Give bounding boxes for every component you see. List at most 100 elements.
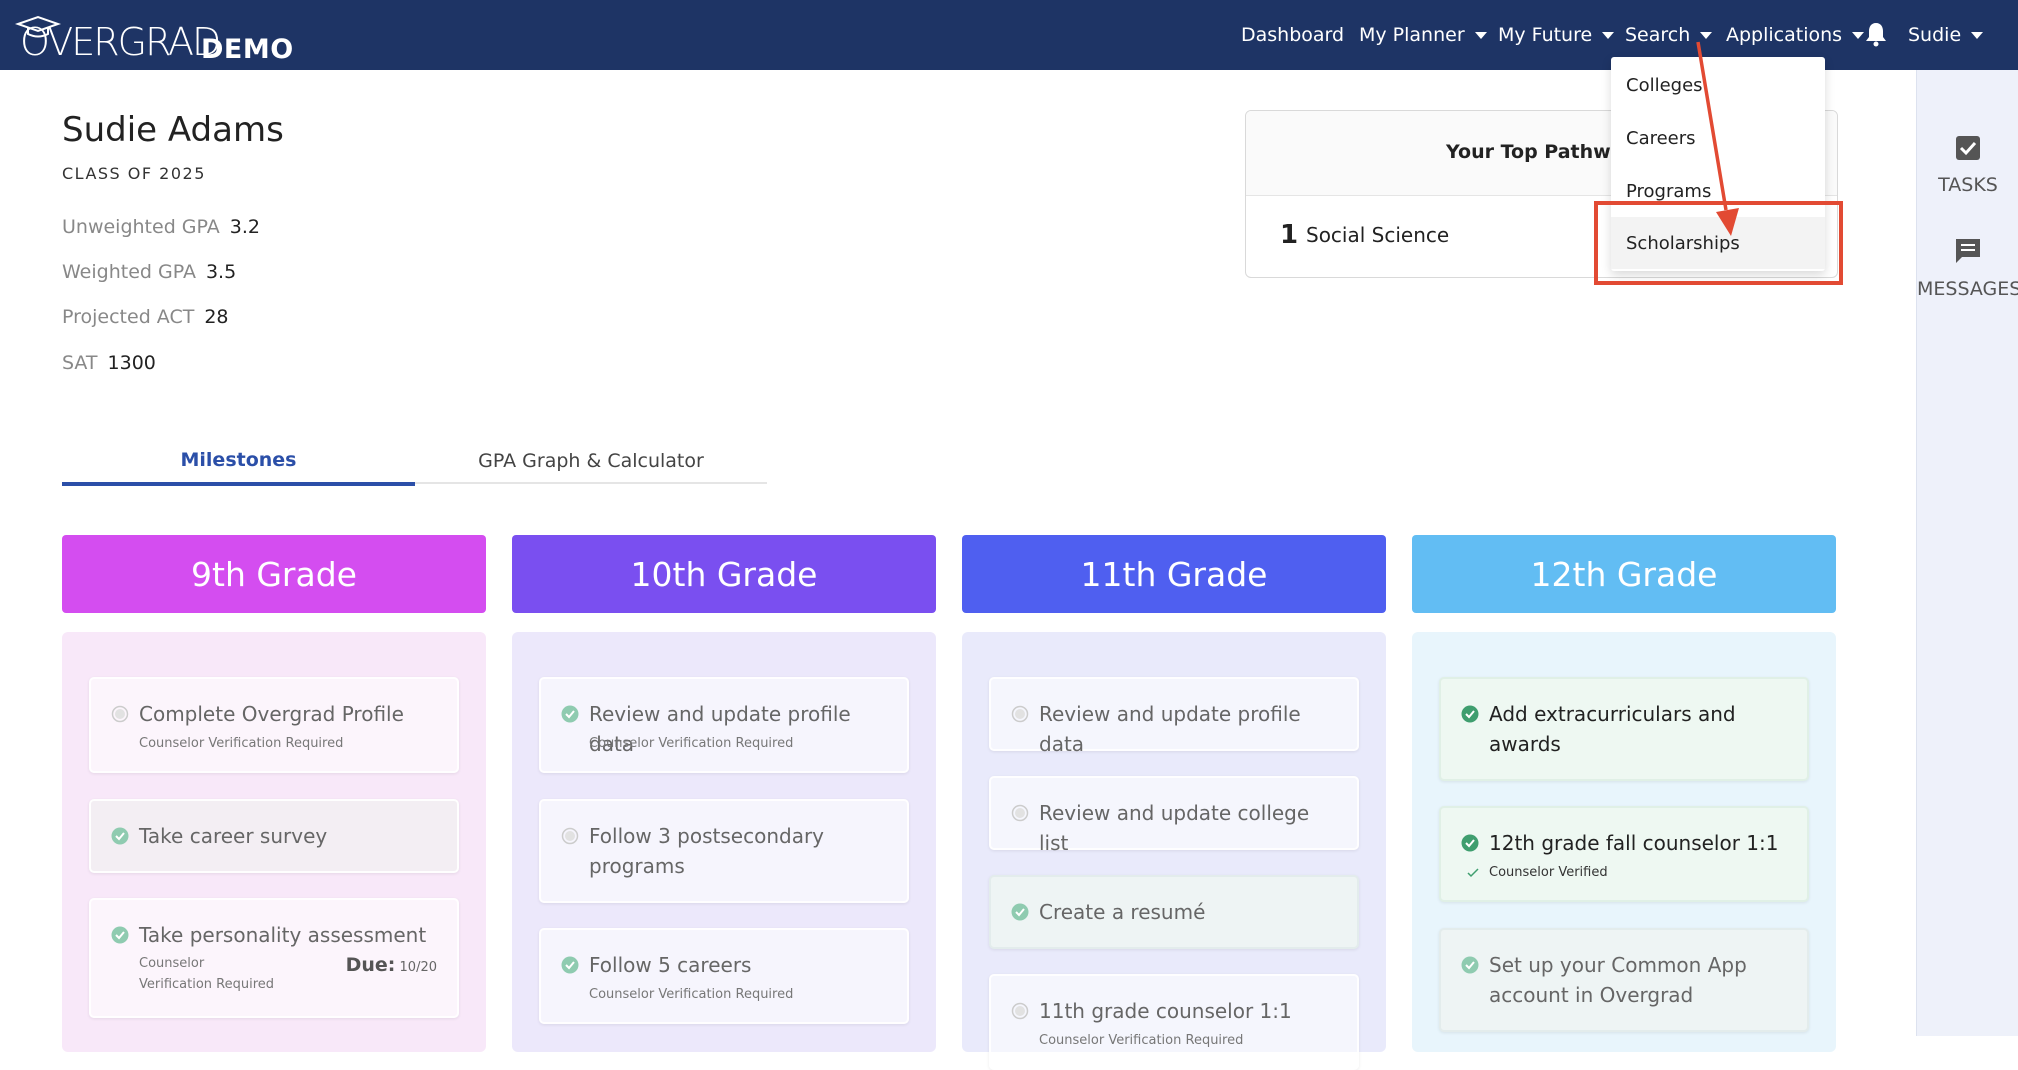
check-circle-icon — [111, 827, 129, 845]
milestone-subtext: Counselor Verification Required — [139, 736, 344, 751]
milestone-title: Take personality assessment — [139, 923, 427, 947]
right-rail: TASKS MESSAGES — [1916, 70, 2018, 1036]
grade-header-12: 12th Grade — [1412, 535, 1836, 613]
milestone-card[interactable]: Set up your Common App account in Overgr… — [1439, 928, 1809, 1032]
menu-item-colleges[interactable]: Colleges — [1611, 59, 1825, 111]
milestone-card[interactable]: Review and update profile data Counselor… — [539, 677, 909, 773]
caret-down-icon — [1474, 31, 1487, 39]
milestone-title: Follow 5 careers — [589, 953, 752, 977]
milestone-title: Review and update profile data — [1039, 702, 1301, 756]
milestone-card[interactable]: Complete Overgrad Profile Counselor Veri… — [89, 677, 459, 773]
pathway-name[interactable]: Social Science — [1306, 223, 1449, 247]
logo-wordmark: OVERGRAD — [20, 20, 221, 64]
check-circle-icon — [1011, 903, 1029, 921]
milestone-subtext: Counselor Verified — [1489, 865, 1608, 880]
stat-weighted-gpa: Weighted GPA 3.5 — [62, 261, 236, 283]
stat-value: 3.2 — [229, 216, 260, 238]
check-circle-icon — [1461, 956, 1479, 974]
message-icon — [1956, 239, 1980, 263]
nav-applications-label: Applications — [1726, 24, 1843, 46]
student-name: Sudie Adams — [62, 110, 284, 150]
stat-label: SAT — [62, 352, 98, 374]
class-of: CLASS OF 2025 — [62, 164, 206, 183]
milestone-card[interactable]: 11th grade counselor 1:1 Counselor Verif… — [989, 974, 1359, 1070]
nav-my-future-label: My Future — [1498, 24, 1593, 46]
stat-label: Projected ACT — [62, 306, 195, 328]
milestone-title: Take career survey — [139, 824, 328, 848]
milestone-subtext: Counselor Verification Required — [589, 987, 794, 1002]
milestone-card[interactable]: Take career survey — [89, 799, 459, 873]
tab-milestones[interactable]: Milestones — [62, 438, 415, 486]
milestone-card[interactable]: Follow 5 careers Counselor Verification … — [539, 928, 909, 1024]
pending-circle-icon — [561, 827, 579, 845]
pending-circle-icon — [1011, 1002, 1029, 1020]
grade-column-10: Review and update profile data Counselor… — [512, 632, 936, 1052]
tab-gpa-graph[interactable]: GPA Graph & Calculator — [415, 438, 767, 484]
stat-sat: SAT 1300 — [62, 352, 156, 374]
nav-my-planner-label: My Planner — [1359, 24, 1465, 46]
caret-down-icon — [1971, 31, 1984, 39]
pending-circle-icon — [1011, 804, 1029, 822]
milestone-card[interactable]: Take personality assessment Counselor Ve… — [89, 898, 459, 1018]
grade-header-9: 9th Grade — [62, 535, 486, 613]
caret-down-icon — [1700, 31, 1713, 39]
stat-projected-act: Projected ACT 28 — [62, 306, 229, 328]
profile-tabs: Milestones GPA Graph & Calculator — [62, 438, 767, 486]
check-circle-icon — [561, 705, 579, 723]
grade-column-12: Add extracurriculars and awards 12th gra… — [1412, 632, 1836, 1052]
check-circle-icon — [111, 926, 129, 944]
milestone-title: Review and update college list — [1039, 801, 1310, 855]
caret-down-icon — [1852, 31, 1865, 39]
pending-circle-icon — [1011, 705, 1029, 723]
milestone-subtext: Counselor Verification Required — [589, 736, 794, 751]
milestone-card[interactable]: Follow 3 postsecondary programs — [539, 799, 909, 903]
grade-column-9: Complete Overgrad Profile Counselor Veri… — [62, 632, 486, 1052]
check-circle-icon — [1461, 834, 1479, 852]
nav-my-future[interactable]: My Future — [1498, 20, 1615, 50]
demo-badge: DEMO — [201, 34, 294, 65]
milestone-card[interactable]: Add extracurriculars and awards — [1439, 677, 1809, 781]
checkmark-icon — [1467, 868, 1479, 878]
milestone-subtext: Counselor Verification Required — [1039, 1033, 1244, 1048]
nav-my-planner[interactable]: My Planner — [1359, 20, 1487, 50]
grade-header-10: 10th Grade — [512, 535, 936, 613]
grade-column-11: Review and update profile data Review an… — [962, 632, 1386, 1070]
due-date: 10/20 — [399, 960, 437, 975]
rail-messages[interactable]: MESSAGES — [1917, 236, 2018, 300]
rail-tasks-label: TASKS — [1938, 174, 1998, 196]
scholarships-highlight-box — [1594, 201, 1843, 285]
caret-down-icon — [1602, 31, 1615, 39]
stat-label: Weighted GPA — [62, 261, 196, 283]
nav-dashboard-label: Dashboard — [1241, 24, 1345, 46]
nav-user-menu[interactable]: Sudie — [1908, 20, 1984, 50]
stat-value: 1300 — [107, 352, 156, 374]
nav-dashboard[interactable]: Dashboard — [1241, 20, 1344, 50]
stat-label: Unweighted GPA — [62, 216, 220, 238]
milestone-card[interactable]: Review and update profile data — [989, 677, 1359, 756]
milestone-card[interactable]: 12th grade fall counselor 1:1 Counselor … — [1439, 806, 1809, 902]
menu-item-careers[interactable]: Careers — [1611, 112, 1825, 164]
milestone-card[interactable]: Review and update college list — [989, 776, 1359, 855]
due-label: Due: — [345, 954, 396, 976]
milestone-due: Due: 10/20 — [346, 954, 437, 976]
nav-applications[interactable]: Applications — [1726, 20, 1865, 50]
pending-circle-icon — [111, 705, 129, 723]
rail-tasks[interactable]: TASKS — [1917, 134, 2018, 196]
milestone-title: Create a resumé — [1039, 900, 1206, 924]
milestone-subtext: Counselor Verification Required — [139, 956, 275, 992]
nav-search[interactable]: Search — [1625, 20, 1713, 50]
nav-search-label: Search — [1625, 24, 1691, 46]
stat-unweighted-gpa: Unweighted GPA 3.2 — [62, 216, 260, 238]
milestone-title: Complete Overgrad Profile — [139, 702, 404, 726]
checkbox-icon — [1956, 136, 1980, 160]
stat-value: 28 — [204, 306, 229, 328]
milestone-title: Add extracurriculars and awards — [1489, 702, 1736, 756]
check-circle-icon — [1461, 705, 1479, 723]
check-circle-icon — [561, 956, 579, 974]
bell-icon[interactable] — [1864, 21, 1888, 47]
milestone-title: 12th grade fall counselor 1:1 — [1489, 831, 1779, 855]
grade-header-11: 11th Grade — [962, 535, 1386, 613]
milestone-title: Set up your Common App account in Overgr… — [1489, 953, 1747, 1007]
rail-messages-label: MESSAGES — [1917, 278, 2018, 300]
milestone-card[interactable]: Create a resumé — [989, 875, 1359, 949]
